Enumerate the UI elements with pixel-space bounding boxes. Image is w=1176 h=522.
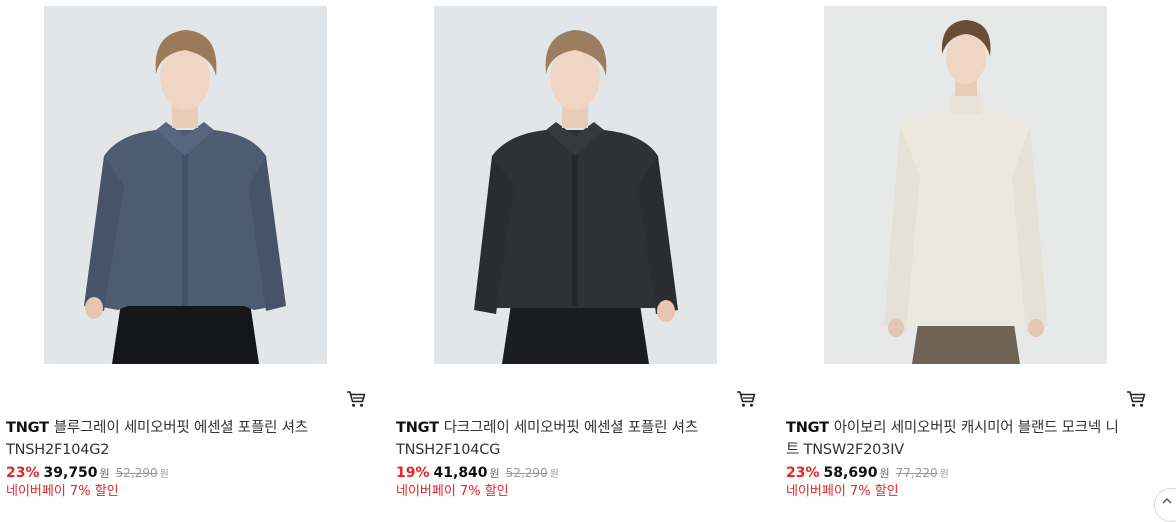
naverpay-promo: 네이버페이 7% 할인 <box>6 484 119 499</box>
discount-rate: 23% <box>6 465 40 481</box>
original-currency-label: 원 <box>939 469 949 480</box>
model-knit-ivory-image <box>824 6 1107 364</box>
model-shirt-bluegray-image <box>44 6 327 364</box>
original-currency-label: 원 <box>159 469 169 480</box>
price-row: 19% 41,840 원 52,290 원 <box>396 464 559 484</box>
original-price: 77,220 <box>895 466 938 480</box>
currency-label: 원 <box>489 467 500 480</box>
currency-label: 원 <box>879 467 890 480</box>
sale-price: 39,750 <box>43 465 98 481</box>
product-card[interactable]: TNGT 다크그레이 세미오버핏 에센셜 포플린 셔츠 TNSH2F104CG 1… <box>396 0 766 510</box>
original-price: 52,290 <box>115 466 158 480</box>
product-name: 다크그레이 세미오버핏 에센셜 포플린 셔츠 TNSH2F104CG <box>396 420 698 458</box>
cart-icon <box>737 391 756 407</box>
discount-rate: 19% <box>396 465 430 481</box>
product-name: 아이보리 세미오버핏 캐시미어 블랜드 모크넥 니트 TNSW2F203IV <box>786 420 1119 458</box>
add-to-cart-button[interactable] <box>736 390 756 408</box>
product-name: 블루그레이 세미오버핏 에센셜 포플린 셔츠 TNSH2F104G2 <box>6 420 308 458</box>
sale-price: 58,690 <box>823 465 878 481</box>
naverpay-promo: 네이버페이 7% 할인 <box>786 484 899 499</box>
brand-name: TNGT <box>396 420 439 436</box>
product-image[interactable] <box>434 6 717 364</box>
product-card[interactable]: TNGT 아이보리 세미오버핏 캐시미어 블랜드 모크넥 니트 TNSW2F203… <box>786 0 1156 510</box>
product-title[interactable]: TNGT 다크그레이 세미오버핏 에센셜 포플린 셔츠 TNSH2F104CG <box>396 417 741 461</box>
naverpay-promo: 네이버페이 7% 할인 <box>396 484 509 499</box>
price-row: 23% 39,750 원 52,290 원 <box>6 464 169 484</box>
product-title[interactable]: TNGT 블루그레이 세미오버핏 에센셜 포플린 셔츠 TNSH2F104G2 <box>6 417 351 461</box>
product-title[interactable]: TNGT 아이보리 세미오버핏 캐시미어 블랜드 모크넥 니트 TNSW2F203… <box>786 417 1131 461</box>
discount-rate: 23% <box>786 465 820 481</box>
model-shirt-darkgray-image <box>434 6 717 364</box>
brand-name: TNGT <box>786 420 829 436</box>
original-price: 52,290 <box>505 466 548 480</box>
price-row: 23% 58,690 원 77,220 원 <box>786 464 949 484</box>
product-card[interactable]: TNGT 블루그레이 세미오버핏 에센셜 포플린 셔츠 TNSH2F104G2 2… <box>6 0 376 510</box>
add-to-cart-button[interactable] <box>1126 390 1146 408</box>
currency-label: 원 <box>99 467 110 480</box>
product-image[interactable] <box>824 6 1107 364</box>
cart-icon <box>347 391 366 407</box>
add-to-cart-button[interactable] <box>346 390 366 408</box>
scroll-top-button[interactable] <box>1154 488 1176 522</box>
arrow-up-icon <box>1162 498 1172 504</box>
original-currency-label: 원 <box>549 469 559 480</box>
sale-price: 41,840 <box>433 465 488 481</box>
brand-name: TNGT <box>6 420 49 436</box>
cart-icon <box>1127 391 1146 407</box>
product-grid: TNGT 블루그레이 세미오버핏 에센셜 포플린 셔츠 TNSH2F104G2 2… <box>0 0 1176 510</box>
product-image[interactable] <box>44 6 327 364</box>
